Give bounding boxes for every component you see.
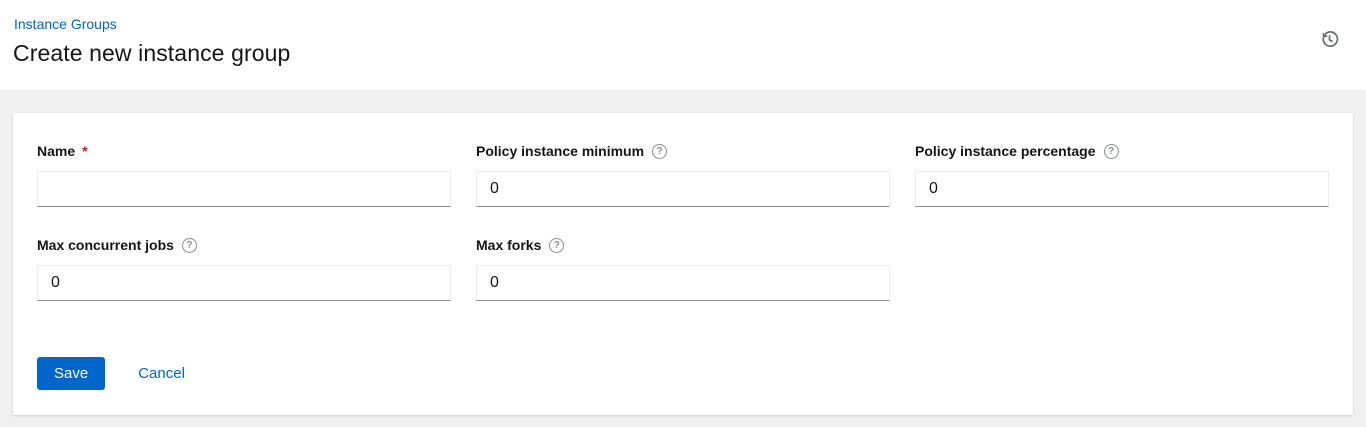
policy-instance-percentage-input[interactable]	[915, 171, 1329, 207]
field-max-forks-label-row: Max forks ?	[476, 237, 890, 253]
field-name-label: Name	[37, 143, 75, 159]
history-icon	[1320, 37, 1339, 52]
field-policy-instance-minimum: Policy instance minimum ?	[476, 143, 890, 207]
cancel-button[interactable]: Cancel	[138, 365, 185, 382]
required-asterisk: *	[82, 143, 87, 159]
page-title: Create new instance group	[13, 38, 1342, 68]
field-max-concurrent-jobs-label-row: Max concurrent jobs ?	[37, 237, 451, 253]
save-button[interactable]: Save	[37, 357, 105, 390]
help-icon[interactable]: ?	[549, 238, 564, 253]
breadcrumb-link-instance-groups[interactable]: Instance Groups	[14, 16, 117, 32]
field-name: Name *	[37, 143, 451, 207]
policy-instance-minimum-input[interactable]	[476, 171, 890, 207]
help-icon[interactable]: ?	[652, 144, 667, 159]
name-input[interactable]	[37, 171, 451, 207]
field-policy-instance-minimum-label-row: Policy instance minimum ?	[476, 143, 890, 159]
field-max-concurrent-jobs-label: Max concurrent jobs	[37, 237, 174, 253]
page: Instance Groups Create new instance grou…	[0, 0, 1366, 427]
form-grid: Name * Policy instance minimum ?	[37, 143, 1329, 301]
field-max-forks-label: Max forks	[476, 237, 541, 253]
form-actions: Save Cancel	[37, 357, 1329, 390]
empty-grid-cell	[915, 237, 1329, 301]
breadcrumb: Instance Groups	[13, 16, 1342, 32]
max-concurrent-jobs-input[interactable]	[37, 265, 451, 301]
field-policy-instance-percentage: Policy instance percentage ?	[915, 143, 1329, 207]
page-header: Instance Groups Create new instance grou…	[0, 0, 1366, 90]
field-name-label-row: Name *	[37, 143, 451, 159]
field-policy-instance-minimum-label: Policy instance minimum	[476, 143, 644, 159]
field-max-forks: Max forks ?	[476, 237, 890, 301]
help-icon[interactable]: ?	[182, 238, 197, 253]
field-policy-instance-percentage-label-row: Policy instance percentage ?	[915, 143, 1329, 159]
main-content: Name * Policy instance minimum ?	[0, 90, 1366, 427]
field-max-concurrent-jobs: Max concurrent jobs ?	[37, 237, 451, 301]
instance-group-form: Name * Policy instance minimum ?	[37, 143, 1329, 390]
form-card: Name * Policy instance minimum ?	[13, 113, 1353, 415]
help-icon[interactable]: ?	[1104, 144, 1119, 159]
activity-stream-button[interactable]	[1318, 28, 1341, 51]
field-policy-instance-percentage-label: Policy instance percentage	[915, 143, 1096, 159]
max-forks-input[interactable]	[476, 265, 890, 301]
